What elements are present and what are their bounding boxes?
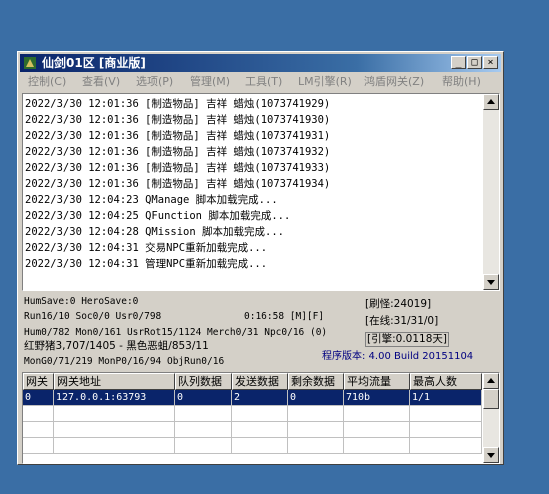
log-line: 2022/3/30 12:01:36 [制造物品] 吉祥 蜡烛(10737419…	[25, 130, 331, 142]
empty-cell	[23, 406, 54, 422]
menu-options[interactable]: 选项(P)	[136, 75, 173, 89]
log-line: 2022/3/30 12:04:25 QFunction 脚本加载完成...	[25, 210, 291, 222]
log-line: 2022/3/30 12:04:31 交易NPC重新加载完成...	[25, 242, 268, 254]
empty-cell	[232, 406, 288, 422]
log-line: 2022/3/30 12:04:28 QMission 脚本加载完成...	[25, 226, 284, 238]
log-line: 2022/3/30 12:04:23 QManage 脚本加载完成...	[25, 194, 278, 206]
empty-cell	[288, 438, 344, 454]
column-header[interactable]: 发送数据	[232, 373, 288, 390]
run-stats: Run16/10 Soc0/0 Usr0/798	[24, 311, 162, 322]
gateway-table[interactable]: 网关 网关地址 队列数据 发送数据 剩余数据 平均流量 最高人数 0 127.0…	[22, 372, 500, 464]
save-stats: HumSave:0 HeroSave:0	[24, 296, 139, 307]
table-row[interactable]: 0 127.0.0.1:63793 0 2 0 710b 1/1	[23, 390, 482, 406]
engine-uptime: [引擎:0.0118天]	[365, 332, 449, 347]
program-version: 程序版本: 4.00 Build 20151104	[322, 351, 474, 362]
log-line: 2022/3/30 12:04:31 管理NPC重新加载完成...	[25, 258, 268, 270]
table-scrollbar[interactable]	[483, 373, 499, 463]
empty-cell	[344, 406, 410, 422]
object-stats: Hum0/782 Mon0/161 UsrRot15/1124 Merch0/3…	[24, 327, 328, 338]
empty-cell	[175, 406, 232, 422]
cell-remaining: 0	[288, 390, 344, 406]
log-line: 2022/3/30 12:01:36 [制造物品] 吉祥 蜡烛(10737419…	[25, 146, 331, 158]
menu-gateway[interactable]: 鸿盾网关(Z)	[364, 75, 424, 89]
empty-cell	[410, 438, 482, 454]
table-row-empty	[23, 438, 482, 454]
table-scroll-down-button[interactable]	[483, 447, 499, 463]
table-scroll-thumb[interactable]	[483, 389, 499, 409]
cell-avg-flow: 710b	[344, 390, 410, 406]
refresh-monster-count: [刷怪:24019]	[365, 298, 432, 310]
empty-cell	[175, 438, 232, 454]
cell-max-users: 1/1	[410, 390, 482, 406]
empty-cell	[175, 422, 232, 438]
server-window: 仙剑01区 [商业版] _ □ × 控制(C) 查看(V) 选项(P) 管理(M…	[17, 51, 504, 465]
log-panel[interactable]: 2022/3/30 12:01:36 [制造物品] 吉祥 蜡烛(10737419…	[22, 93, 500, 291]
scroll-down-button[interactable]	[483, 274, 499, 290]
empty-cell	[288, 406, 344, 422]
menu-lm-engine[interactable]: LM引擎(R)	[298, 75, 352, 89]
empty-cell	[410, 422, 482, 438]
log-line: 2022/3/30 12:01:36 [制造物品] 吉祥 蜡烛(10737419…	[25, 98, 331, 110]
title-bar[interactable]: 仙剑01区 [商业版] _ □ ×	[20, 54, 501, 72]
empty-cell	[288, 422, 344, 438]
arrow-up-icon	[487, 99, 495, 104]
log-scrollbar[interactable]	[483, 94, 499, 290]
menu-manage[interactable]: 管理(M)	[190, 75, 230, 89]
empty-cell	[344, 438, 410, 454]
table-row-empty	[23, 406, 482, 422]
menu-view[interactable]: 查看(V)	[82, 75, 120, 89]
column-header[interactable]: 剩余数据	[288, 373, 344, 390]
menu-control[interactable]: 控制(C)	[28, 75, 66, 89]
empty-cell	[232, 422, 288, 438]
uptime-timer: 0:16:58 [M][F]	[244, 311, 325, 322]
column-header[interactable]: 平均流量	[344, 373, 410, 390]
empty-cell	[232, 438, 288, 454]
arrow-down-icon	[487, 280, 495, 285]
window-title: 仙剑01区 [商业版]	[42, 56, 146, 70]
cell-address: 127.0.0.1:63793	[54, 390, 175, 406]
empty-cell	[54, 406, 175, 422]
cell-queue: 0	[175, 390, 232, 406]
empty-cell	[23, 438, 54, 454]
column-header[interactable]: 网关	[23, 373, 54, 390]
maximize-button[interactable]: □	[467, 56, 482, 69]
log-line: 2022/3/30 12:01:36 [制造物品] 吉祥 蜡烛(10737419…	[25, 162, 331, 174]
cell-gateway: 0	[23, 390, 54, 406]
table-scroll-up-button[interactable]	[483, 373, 499, 389]
close-button[interactable]: ×	[483, 56, 498, 69]
status-panel: HumSave:0 HeroSave:0 Run16/10 Soc0/0 Usr…	[22, 294, 500, 368]
empty-cell	[23, 422, 54, 438]
empty-cell	[54, 422, 175, 438]
minimize-button[interactable]: _	[451, 56, 466, 69]
mon-run-stats: MonG0/71/219 MonP0/16/94 ObjRun0/16	[24, 356, 225, 367]
log-line: 2022/3/30 12:01:36 [制造物品] 吉祥 蜡烛(10737419…	[25, 114, 331, 126]
arrow-down-icon	[487, 453, 495, 458]
arrow-up-icon	[487, 378, 495, 383]
column-header[interactable]: 队列数据	[175, 373, 232, 390]
scroll-up-button[interactable]	[483, 94, 499, 110]
monster-stats: 红野猪3,707/1405 - 黑色恶蛆/853/11	[24, 340, 209, 352]
cell-sent: 2	[232, 390, 288, 406]
menu-tools[interactable]: 工具(T)	[245, 75, 282, 89]
empty-cell	[54, 438, 175, 454]
column-header[interactable]: 最高人数	[410, 373, 482, 390]
app-icon	[24, 57, 36, 69]
online-count: [在线:31/31/0]	[365, 315, 439, 327]
empty-cell	[410, 406, 482, 422]
table-row-empty	[23, 422, 482, 438]
column-header[interactable]: 网关地址	[54, 373, 175, 390]
empty-cell	[344, 422, 410, 438]
menu-bar: 控制(C) 查看(V) 选项(P) 管理(M) 工具(T) LM引擎(R) 鸿盾…	[20, 73, 501, 91]
menu-help[interactable]: 帮助(H)	[442, 75, 481, 89]
log-line: 2022/3/30 12:01:36 [制造物品] 吉祥 蜡烛(10737419…	[25, 178, 331, 190]
